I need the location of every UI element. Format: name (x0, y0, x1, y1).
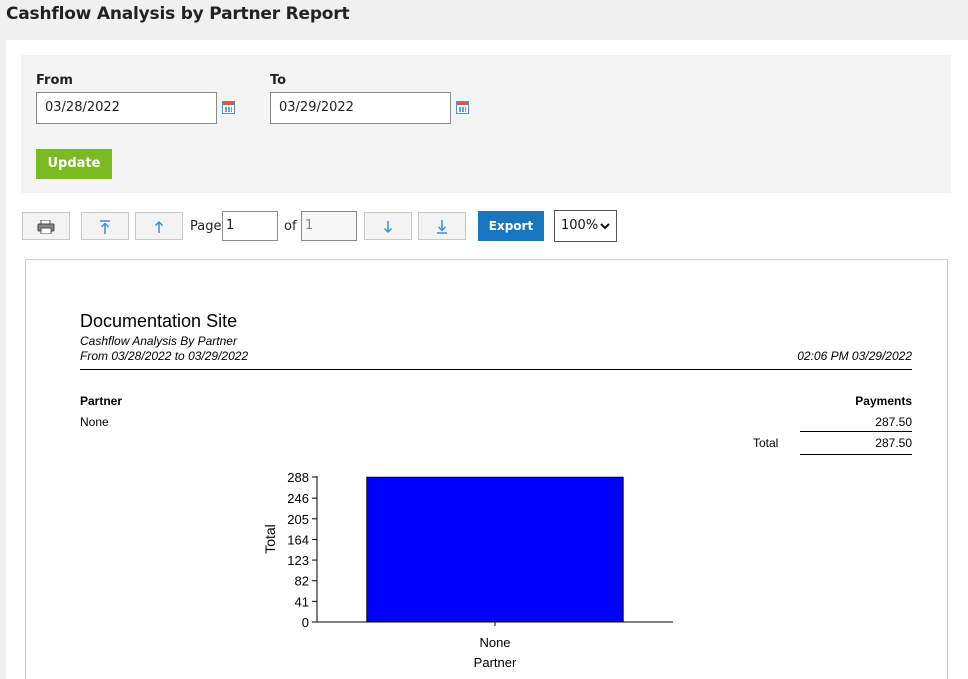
report-site-name: Documentation Site (80, 311, 238, 331)
last-page-button[interactable] (418, 212, 466, 240)
previous-page-icon (154, 220, 164, 233)
report-name: Cashflow Analysis By Partner (80, 334, 237, 348)
partner-column-header: Partner (80, 394, 123, 408)
total-rule (800, 454, 912, 455)
total-value: 287.50 (875, 436, 912, 450)
last-page-icon (437, 220, 447, 234)
report-date-range: From 03/28/2022 to 03/29/2022 (80, 349, 249, 363)
report-header-divider (80, 369, 912, 370)
y-axis-label: Total (262, 524, 278, 554)
of-label: of (284, 219, 297, 234)
next-page-icon (383, 221, 393, 234)
to-label: To (270, 73, 287, 88)
from-label: From (36, 73, 73, 88)
y-tick-label: 205 (287, 512, 309, 527)
y-tick-label: 123 (287, 553, 309, 568)
to-calendar-icon[interactable] (456, 101, 469, 114)
y-tick-label: 0 (302, 615, 309, 630)
from-calendar-icon[interactable] (222, 101, 235, 114)
first-page-button[interactable] (81, 212, 129, 240)
print-icon (37, 220, 55, 234)
y-tick-label: 164 (287, 532, 309, 547)
from-date-input[interactable]: 03/28/2022 (36, 92, 217, 124)
total-pages-field: 1 (301, 211, 357, 241)
row-partner-name: None (80, 415, 109, 429)
page-label: Page (190, 219, 222, 234)
previous-page-button[interactable] (135, 212, 183, 240)
page-title: Cashflow Analysis by Partner Report (6, 4, 350, 24)
y-tick-label: 246 (287, 491, 309, 506)
x-axis-label: Partner (474, 655, 517, 670)
y-tick-label: 41 (295, 594, 309, 609)
report-generated-at: 02:06 PM 03/29/2022 (797, 349, 912, 363)
chevron-down-icon (600, 223, 610, 230)
x-tick-label: None (479, 635, 510, 650)
cashflow-bar-chart: None 0 41 82 123 164 205 246 288 Total Partner (262, 470, 673, 670)
filter-panel (21, 55, 951, 193)
bar (366, 476, 624, 623)
print-button[interactable] (22, 212, 70, 240)
row-payment-value: 287.50 (875, 415, 912, 429)
total-label: Total (753, 436, 779, 450)
first-page-icon (100, 220, 110, 234)
subtotal-rule (800, 431, 912, 432)
next-page-button[interactable] (364, 212, 412, 240)
page-number-input[interactable]: 1 (222, 211, 278, 241)
to-date-input[interactable]: 03/29/2022 (270, 92, 451, 124)
y-tick-label: 288 (287, 470, 309, 485)
y-tick-label: 82 (295, 574, 309, 589)
update-button[interactable]: Update (36, 149, 112, 179)
payments-column-header: Payments (855, 394, 912, 408)
zoom-select[interactable]: 100% (554, 210, 617, 242)
zoom-value: 100% (561, 218, 599, 233)
export-button[interactable]: Export (478, 211, 544, 241)
